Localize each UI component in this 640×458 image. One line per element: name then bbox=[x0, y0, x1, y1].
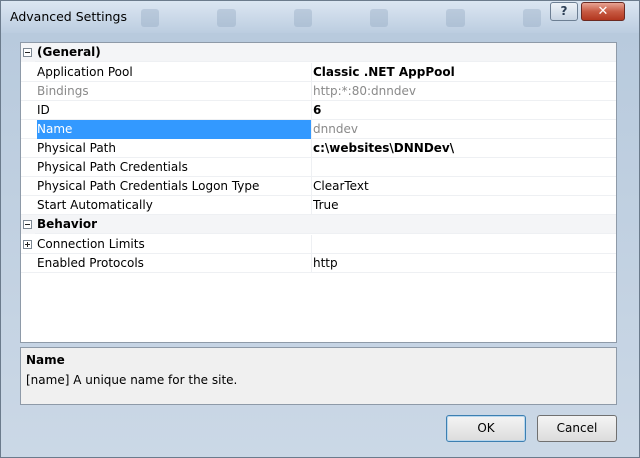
ghost-icon bbox=[141, 9, 160, 27]
help-icon: ? bbox=[560, 4, 568, 18]
cancel-button[interactable]: Cancel bbox=[537, 415, 617, 442]
property-name: Start Automatically bbox=[37, 198, 153, 212]
property-row-start-automatically[interactable]: Start Automatically True bbox=[21, 196, 616, 215]
property-grid[interactable]: (General) Application Pool Classic .NET … bbox=[20, 42, 617, 343]
property-name: Physical Path Credentials bbox=[37, 160, 188, 174]
property-value[interactable]: True bbox=[313, 196, 613, 215]
description-text: [name] A unique name for the site. bbox=[26, 373, 238, 387]
property-value[interactable]: dnndev bbox=[313, 120, 613, 139]
ghost-icon bbox=[522, 9, 541, 27]
category-behavior[interactable]: Behavior bbox=[21, 215, 616, 234]
property-row-id[interactable]: ID 6 bbox=[21, 101, 616, 120]
property-row-physical-path[interactable]: Physical Path c:\websites\DNNDev\ bbox=[21, 139, 616, 158]
title-bar[interactable]: Advanced Settings ? ✕ bbox=[1, 1, 639, 33]
property-row-bindings[interactable]: Bindings http:*:80:dnndev bbox=[21, 82, 616, 101]
description-title: Name bbox=[26, 353, 65, 367]
window-title: Advanced Settings bbox=[10, 9, 127, 24]
expand-icon[interactable] bbox=[23, 240, 32, 249]
property-name-selected: Name bbox=[37, 120, 311, 139]
background-toolbar-ghost bbox=[141, 9, 541, 31]
close-icon: ✕ bbox=[597, 4, 609, 19]
property-row-application-pool[interactable]: Application Pool Classic .NET AppPool bbox=[21, 63, 616, 82]
advanced-settings-window: Advanced Settings ? ✕ (General) Applicat… bbox=[0, 0, 640, 458]
ok-button[interactable]: OK bbox=[446, 415, 526, 442]
property-name: Application Pool bbox=[37, 65, 133, 79]
property-row-name[interactable]: Name dnndev bbox=[21, 120, 616, 139]
property-row-connection-limits[interactable]: Connection Limits bbox=[21, 235, 616, 254]
ghost-icon bbox=[446, 9, 465, 27]
property-value[interactable] bbox=[313, 158, 613, 177]
close-button[interactable]: ✕ bbox=[581, 2, 625, 21]
property-row-physical-path-credentials[interactable]: Physical Path Credentials bbox=[21, 158, 616, 177]
property-value[interactable]: ClearText bbox=[313, 177, 613, 196]
property-value[interactable]: 6 bbox=[313, 101, 613, 120]
category-general[interactable]: (General) bbox=[21, 43, 616, 62]
property-row-logon-type[interactable]: Physical Path Credentials Logon Type Cle… bbox=[21, 177, 616, 196]
collapse-icon[interactable] bbox=[23, 220, 32, 229]
property-name: Physical Path Credentials Logon Type bbox=[37, 179, 260, 193]
help-button[interactable]: ? bbox=[550, 2, 578, 21]
category-label: Behavior bbox=[37, 217, 98, 231]
description-pane: Name [name] A unique name for the site. bbox=[20, 347, 617, 405]
property-value[interactable]: http bbox=[313, 254, 613, 273]
property-value[interactable]: Classic .NET AppPool bbox=[313, 63, 613, 82]
collapse-icon[interactable] bbox=[23, 48, 32, 57]
property-name: Physical Path bbox=[37, 141, 116, 155]
property-name: Connection Limits bbox=[37, 237, 145, 251]
property-value[interactable]: c:\websites\DNNDev\ bbox=[313, 139, 613, 158]
category-label: (General) bbox=[37, 45, 101, 59]
property-name: Bindings bbox=[37, 84, 89, 98]
property-name: Enabled Protocols bbox=[37, 256, 144, 270]
property-row-enabled-protocols[interactable]: Enabled Protocols http bbox=[21, 254, 616, 273]
property-value[interactable] bbox=[313, 235, 613, 254]
property-value[interactable]: http:*:80:dnndev bbox=[313, 82, 613, 101]
ghost-icon bbox=[369, 9, 389, 27]
ghost-icon bbox=[293, 9, 312, 27]
ghost-icon bbox=[217, 9, 236, 27]
property-name: ID bbox=[37, 103, 50, 117]
